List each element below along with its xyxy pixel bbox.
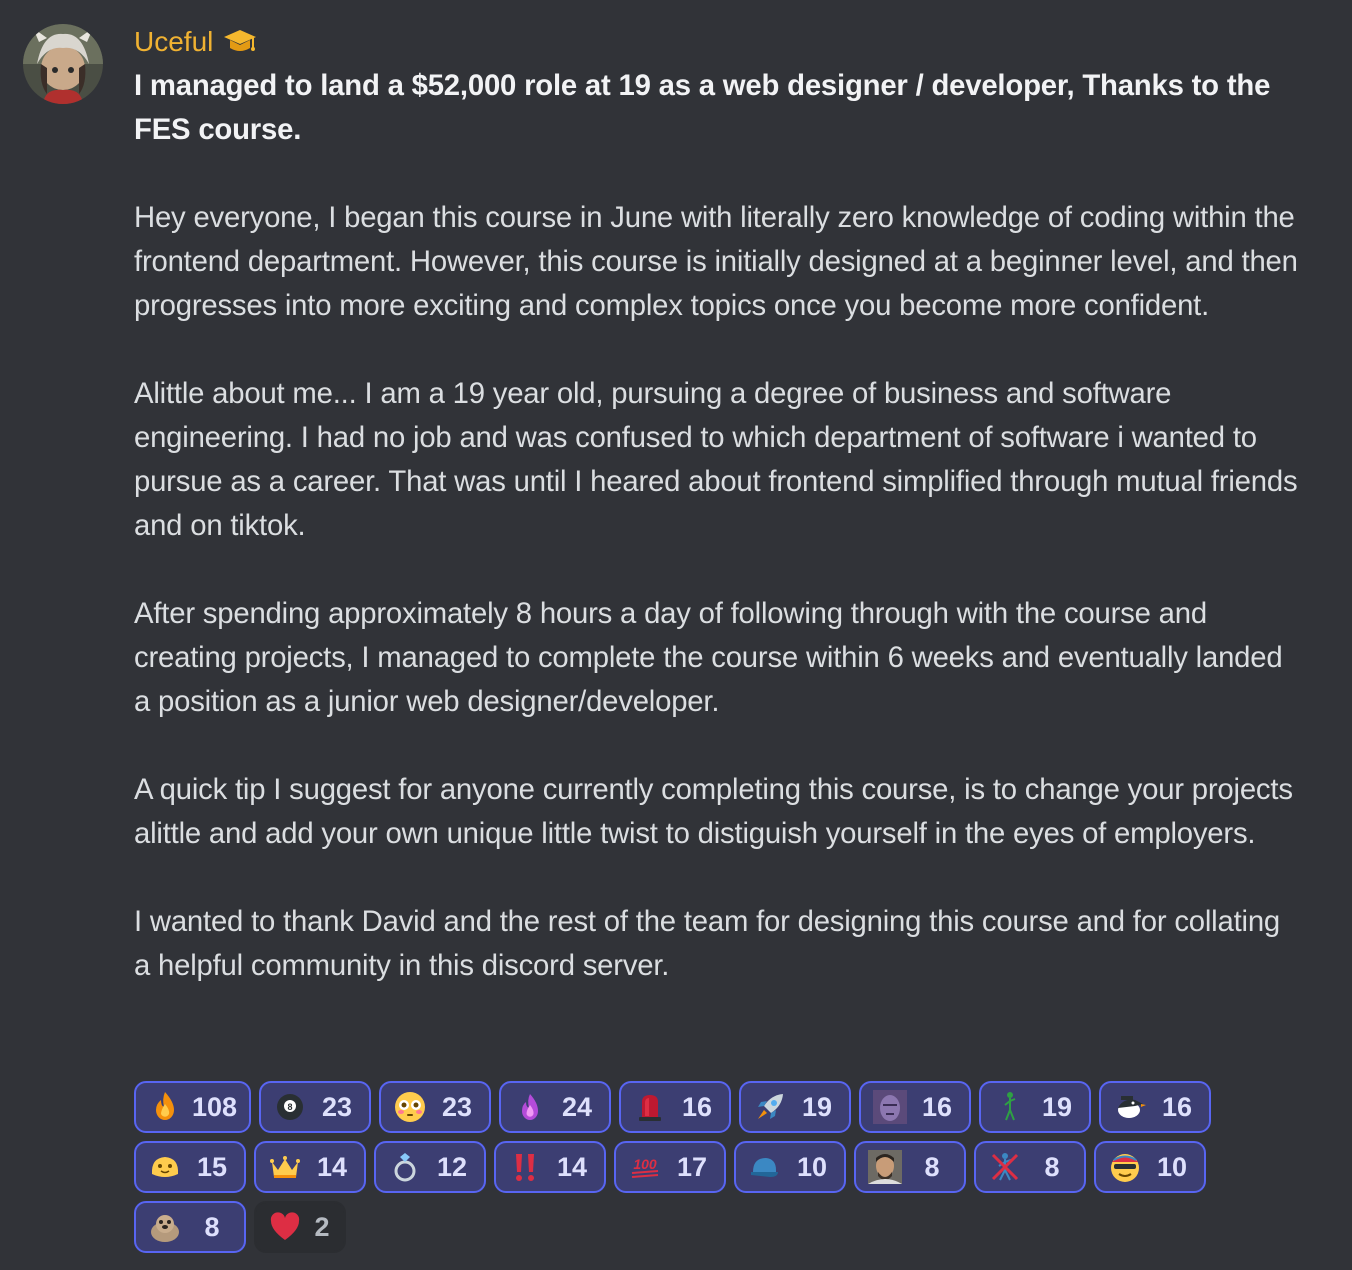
reaction-dancing-stickman[interactable]: 19 <box>979 1081 1092 1133</box>
reaction-man-photo[interactable]: 8 <box>854 1141 966 1193</box>
red-siren-icon <box>639 1095 662 1121</box>
chat-message: Uceful I managed to land a $52,000 role … <box>0 0 1352 1270</box>
reaction-count: 16 <box>922 1091 953 1122</box>
fire-icon <box>156 1092 174 1120</box>
reaction-count: 8 <box>204 1211 220 1242</box>
blue-cap-icon <box>751 1158 778 1177</box>
crown-icon <box>270 1156 300 1178</box>
reaction-count: 23 <box>322 1091 353 1122</box>
reaction-purple-fire[interactable]: 24 <box>499 1081 612 1133</box>
reaction-count: 108 <box>192 1091 238 1122</box>
reaction-eight-ball[interactable]: 8 23 <box>259 1081 372 1133</box>
dancing-stickman-icon <box>1004 1092 1016 1121</box>
double-exclamation-icon <box>516 1154 534 1181</box>
message-paragraph: Alittle about me... I am a 19 year old, … <box>134 377 1298 542</box>
reaction-count: 2 <box>314 1211 330 1242</box>
yellow-blob-icon <box>151 1157 179 1177</box>
reaction-fire[interactable]: 108 <box>134 1081 252 1133</box>
reaction-count: 8 <box>924 1151 940 1182</box>
reaction-red-heart[interactable]: 2 <box>254 1201 346 1253</box>
reaction-count: 16 <box>682 1091 713 1122</box>
message-paragraph: After spending approximately 8 hours a d… <box>134 597 1283 718</box>
reaction-flushed-face[interactable]: 23 <box>379 1081 492 1133</box>
graduation-cap-icon <box>224 30 257 51</box>
man-photo-icon <box>868 1150 902 1184</box>
reaction-count: 17 <box>676 1151 708 1182</box>
reaction-count: 12 <box>436 1151 468 1182</box>
penguin-icon <box>1118 1096 1147 1118</box>
thanos-icon <box>873 1090 908 1124</box>
reaction-count: 23 <box>442 1091 473 1122</box>
flushed-face-icon <box>395 1092 426 1122</box>
reaction-count: 8 <box>1044 1151 1060 1182</box>
message-paragraph: I wanted to thank David and the rest of … <box>134 905 1281 982</box>
reaction-count: 19 <box>802 1091 833 1122</box>
no-dancing-icon <box>991 1153 1019 1181</box>
reaction-count: 19 <box>1042 1091 1073 1122</box>
reaction-count: 15 <box>196 1151 228 1182</box>
reaction-ring[interactable]: 12 <box>374 1141 486 1193</box>
ring-icon <box>394 1153 416 1182</box>
cool-face-icon <box>1111 1154 1139 1182</box>
svg-text:8: 8 <box>288 1102 293 1112</box>
reaction-blue-cap[interactable]: 10 <box>734 1141 846 1193</box>
svg-text:100: 100 <box>633 1156 657 1172</box>
rocket-icon <box>758 1094 784 1119</box>
reaction-red-siren[interactable]: 16 <box>619 1081 732 1133</box>
message-header: Uceful <box>134 20 1304 64</box>
reaction-count: 24 <box>562 1091 593 1122</box>
eight-ball-icon: 8 <box>277 1094 304 1120</box>
avatar[interactable] <box>23 24 103 104</box>
reaction-count: 14 <box>316 1151 348 1182</box>
seal-icon <box>151 1215 179 1242</box>
reaction-rocket[interactable]: 19 <box>739 1081 852 1133</box>
reaction-no-dancing[interactable]: 8 <box>974 1141 1086 1193</box>
username[interactable]: Uceful <box>134 20 213 64</box>
message-title: I managed to land a $52,000 role at 19 a… <box>134 69 1271 146</box>
reaction-seal[interactable]: 8 <box>134 1201 246 1253</box>
reactions-bar: 108 8 23 23 24 16 19 16 19 16 15 14 12 1… <box>134 1081 1284 1253</box>
reaction-penguin[interactable]: 16 <box>1099 1081 1212 1133</box>
purple-fire-icon <box>522 1094 539 1120</box>
message-content: Uceful I managed to land a $52,000 role … <box>134 20 1304 988</box>
message-body: I managed to land a $52,000 role at 19 a… <box>134 64 1304 988</box>
message-paragraph: A quick tip I suggest for anyone current… <box>134 773 1293 850</box>
reaction-double-exclamation[interactable]: 14 <box>494 1141 606 1193</box>
reaction-count: 16 <box>1162 1091 1193 1122</box>
message-paragraph: Hey everyone, I began this course in Jun… <box>134 201 1298 322</box>
reaction-yellow-blob[interactable]: 15 <box>134 1141 246 1193</box>
reaction-cool-face[interactable]: 10 <box>1094 1141 1206 1193</box>
avatar-image <box>23 24 103 104</box>
reaction-count: 14 <box>556 1151 588 1182</box>
red-heart-icon <box>270 1212 300 1240</box>
hundred-points-icon: 100 <box>631 1156 659 1178</box>
reaction-count: 10 <box>1156 1151 1188 1182</box>
reaction-hundred-points[interactable]: 100 17 <box>614 1141 726 1193</box>
reaction-thanos[interactable]: 16 <box>859 1081 972 1133</box>
reaction-crown[interactable]: 14 <box>254 1141 366 1193</box>
reaction-count: 10 <box>796 1151 828 1182</box>
